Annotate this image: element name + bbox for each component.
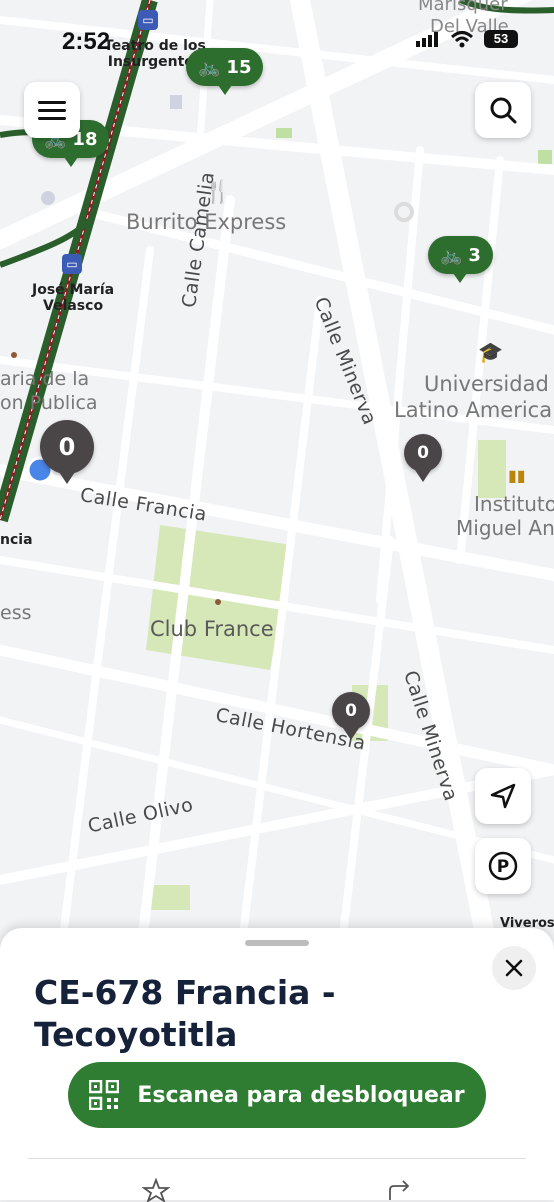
locate-me-button[interactable] xyxy=(475,768,531,824)
station-title: CE-678 Francia - Tecoyotitla xyxy=(34,973,336,1054)
place-label-left-3: ess xyxy=(0,602,32,624)
scan-button-label: Escanea para desbloquear xyxy=(137,1082,465,1108)
star-icon[interactable] xyxy=(142,1178,170,1202)
station-pin[interactable]: 0 xyxy=(404,434,442,482)
dock-count: 0 xyxy=(58,433,76,461)
qr-code-icon xyxy=(89,1080,120,1110)
place-label-left-1: aria de la xyxy=(0,368,90,390)
place-label-left-2: on Publica xyxy=(0,392,98,414)
svg-text:P: P xyxy=(497,857,509,877)
bike-icon: 🚲 xyxy=(440,244,463,266)
parking-button[interactable]: P xyxy=(475,838,531,894)
battery-icon: 53 xyxy=(484,30,518,48)
search-icon xyxy=(490,97,517,124)
parking-icon: P xyxy=(488,851,518,881)
selected-station-pin[interactable]: 0 xyxy=(40,420,94,484)
place-label-latino-america: Latino America xyxy=(394,398,553,422)
status-time: 2:52 xyxy=(62,28,111,55)
station-pin[interactable]: 0 xyxy=(332,692,370,740)
map-view[interactable]: Calle Camelia Calle Minerva Calle Minerv… xyxy=(0,0,554,970)
place-label-universidad: Universidad xyxy=(424,372,549,396)
divider xyxy=(28,1158,526,1159)
station-label-jose-maria-velasco: José María Velasco xyxy=(32,282,115,314)
search-button[interactable] xyxy=(475,82,531,138)
status-icons: 53 xyxy=(416,30,518,48)
metro-station-icon: ▭ xyxy=(62,254,82,274)
station-label-francia: ncia xyxy=(0,532,33,548)
dock-count: 0 xyxy=(345,701,357,721)
bike-count: 3 xyxy=(468,244,481,266)
place-label-instituto: Instituto xyxy=(474,492,554,516)
station-detail-sheet: CE-678 Francia - Tecoyotitla Escanea par… xyxy=(0,928,554,1202)
place-label-burrito-express: Burrito Express xyxy=(126,210,287,234)
navigation-arrow-icon xyxy=(490,783,516,809)
place-label-miguel-ang: Miguel Ang xyxy=(456,516,554,540)
status-bar: 2:52 53 xyxy=(0,0,554,80)
menu-button[interactable] xyxy=(24,82,80,138)
school-icon: ▮▮ xyxy=(508,466,526,485)
restaurant-icon: 🍴 xyxy=(204,180,232,205)
place-label-club-france: Club France xyxy=(150,617,274,641)
university-icon: 🎓 xyxy=(478,340,503,364)
dock-count: 0 xyxy=(417,443,429,463)
signal-icon xyxy=(416,32,438,47)
hamburger-icon xyxy=(38,101,66,120)
close-icon xyxy=(505,959,523,977)
close-button[interactable] xyxy=(492,946,536,990)
sheet-grabber[interactable] xyxy=(245,940,309,946)
bike-station-pin[interactable]: 🚲 3 xyxy=(428,236,493,283)
scan-to-unlock-button[interactable]: Escanea para desbloquear xyxy=(68,1062,486,1128)
share-icon[interactable] xyxy=(386,1178,414,1202)
wifi-icon xyxy=(450,31,474,48)
